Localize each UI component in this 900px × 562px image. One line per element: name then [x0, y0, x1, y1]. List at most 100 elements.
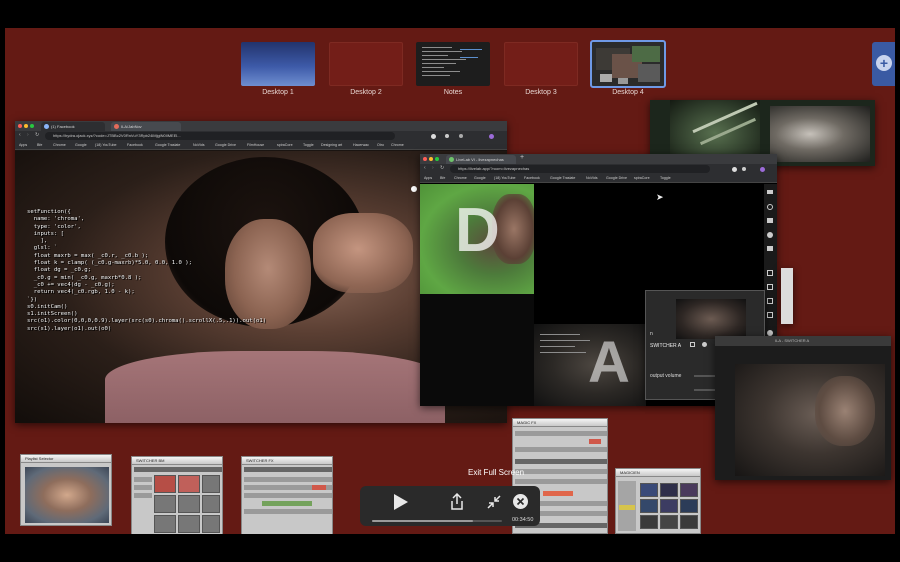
close-window-icon[interactable]: [423, 157, 427, 161]
bookmark-item[interactable]: (18) YouTube: [494, 175, 515, 182]
camera-icon[interactable]: [767, 190, 773, 194]
effect-thumbnail[interactable]: [640, 483, 658, 497]
settings-icon[interactable]: [702, 342, 707, 347]
effect-thumbnail[interactable]: [640, 499, 658, 513]
playlist-selector-window[interactable]: Playlist Selector: [20, 454, 112, 526]
hydra-url-field[interactable]: https://hydra.ojack.xyz/?code=JTBBc2V0Rn…: [45, 132, 395, 140]
new-tab-icon[interactable]: +: [520, 154, 524, 161]
play-icon[interactable]: [390, 492, 410, 512]
extension-icon[interactable]: [459, 134, 463, 138]
bookmark-item[interactable]: NoVids: [193, 142, 205, 149]
tab-facebook[interactable]: (1) Facebook: [41, 122, 105, 131]
clip-slot[interactable]: [154, 515, 176, 533]
settings-icon[interactable]: [767, 232, 773, 238]
fx-slider[interactable]: [262, 501, 312, 506]
clip-slot[interactable]: [202, 515, 220, 533]
clip-slot[interactable]: [154, 495, 176, 513]
bookmark-item[interactable]: Google: [474, 175, 486, 182]
magicien-window[interactable]: MAGICIEN: [615, 468, 701, 534]
extension-icon[interactable]: [445, 134, 449, 138]
extension-icon[interactable]: [742, 167, 746, 171]
forward-icon[interactable]: ›: [432, 165, 434, 171]
playback-progress-bar[interactable]: [372, 520, 502, 522]
space-desktop-2-thumbnail[interactable]: [329, 42, 403, 86]
add-space-button[interactable]: +: [872, 42, 895, 86]
effect-thumbnail[interactable]: [640, 515, 658, 529]
clip-slot[interactable]: [178, 515, 200, 533]
minimize-window-icon[interactable]: [24, 124, 28, 128]
tab-hydra[interactable]: ILA/JabNov: [111, 122, 181, 131]
fx-active-button[interactable]: [543, 491, 573, 496]
zoom-window-icon[interactable]: [435, 157, 439, 161]
bookmark-item[interactable]: Google Traslate: [155, 142, 180, 149]
layout-icon[interactable]: [767, 284, 773, 290]
share-icon[interactable]: [450, 493, 464, 511]
switcher-fx-window[interactable]: SWITCHER FX: [241, 456, 333, 534]
mic-icon[interactable]: [767, 204, 773, 210]
list-item-selected[interactable]: [619, 505, 635, 510]
reload-icon[interactable]: ↻: [35, 132, 39, 138]
effect-thumbnail[interactable]: [660, 499, 678, 513]
bookmark-item[interactable]: Designing art: [321, 142, 342, 149]
effect-thumbnail[interactable]: [660, 483, 678, 497]
zoom-window-icon[interactable]: [30, 124, 34, 128]
toggle-button[interactable]: [589, 439, 601, 444]
layout-icon[interactable]: [767, 298, 773, 304]
bookmark-item[interactable]: Google Drive: [606, 175, 627, 182]
bookmark-item[interactable]: Hacerwac: [353, 142, 369, 149]
bookmark-item[interactable]: Chrome: [391, 142, 404, 149]
layout-icon[interactable]: [767, 312, 773, 318]
bookmark-item[interactable]: (18) YouTube: [95, 142, 116, 149]
popout-icon[interactable]: [690, 342, 695, 347]
bookmark-item[interactable]: Chrome: [454, 175, 467, 182]
toggle-button[interactable]: [312, 485, 326, 490]
bookmark-item[interactable]: Google Drive: [215, 142, 236, 149]
empty-video-tile[interactable]: [420, 294, 534, 406]
bookmark-item[interactable]: NoVids: [586, 175, 598, 182]
space-notes-thumbnail[interactable]: [416, 42, 490, 86]
bookmark-item[interactable]: Chrome: [53, 142, 66, 149]
close-window-icon[interactable]: [18, 124, 22, 128]
narrow-panel-window[interactable]: [781, 268, 793, 324]
effect-thumbnail[interactable]: [680, 499, 698, 513]
bookmark-item[interactable]: Facebook: [524, 175, 540, 182]
exit-full-screen-icon[interactable]: [487, 495, 501, 509]
reload-icon[interactable]: ↻: [440, 165, 444, 171]
switcher-side-window[interactable]: ILA - SWITCHER A: [715, 336, 891, 480]
effect-thumbnail[interactable]: [680, 483, 698, 497]
bookmark-item[interactable]: Apps: [19, 142, 27, 149]
back-icon[interactable]: ‹: [424, 165, 426, 171]
forward-icon[interactable]: ›: [27, 132, 29, 138]
profile-avatar-icon[interactable]: [760, 167, 765, 172]
clip-thumbnail[interactable]: [154, 475, 176, 493]
bookmark-item[interactable]: Apps: [424, 175, 432, 182]
extension-icon[interactable]: [431, 134, 436, 139]
layout-icon[interactable]: [767, 270, 773, 276]
bookmark-item[interactable]: Bfe: [37, 142, 42, 149]
bookmark-item[interactable]: Bfe: [440, 175, 445, 182]
back-icon[interactable]: ‹: [19, 132, 21, 138]
bookmark-item[interactable]: Toggle: [303, 142, 314, 149]
bookmark-item[interactable]: Google Traslate: [550, 175, 575, 182]
switcher-bm-window[interactable]: SWITCHER BM: [131, 456, 223, 534]
close-icon[interactable]: [512, 493, 529, 510]
run-icon[interactable]: [411, 186, 417, 192]
bookmark-item[interactable]: FilmHouse: [247, 142, 264, 149]
clip-slot[interactable]: [178, 495, 200, 513]
chat-icon[interactable]: [767, 246, 773, 251]
effect-thumbnail[interactable]: [680, 515, 698, 529]
bookmark-item[interactable]: Otro: [377, 142, 384, 149]
effect-thumbnail[interactable]: [660, 515, 678, 529]
hydra-code-editor[interactable]: setFunction({ name: 'chroma', type: 'col…: [27, 209, 266, 333]
extension-icon[interactable]: [732, 167, 737, 172]
bookmark-item[interactable]: spiraCore: [277, 142, 293, 149]
livelab-url-field[interactable]: https://livelab.app/?room=livezapnechas: [450, 165, 710, 173]
clip-slot[interactable]: [202, 495, 220, 513]
clip-slot[interactable]: [202, 475, 220, 493]
clip-thumbnail[interactable]: [178, 475, 200, 493]
space-desktop-4-thumbnail[interactable]: [590, 40, 666, 88]
bookmark-item[interactable]: Facebook: [127, 142, 143, 149]
minimize-window-icon[interactable]: [429, 157, 433, 161]
space-desktop-1-thumbnail[interactable]: [241, 42, 315, 86]
space-desktop-3-thumbnail[interactable]: [504, 42, 578, 86]
